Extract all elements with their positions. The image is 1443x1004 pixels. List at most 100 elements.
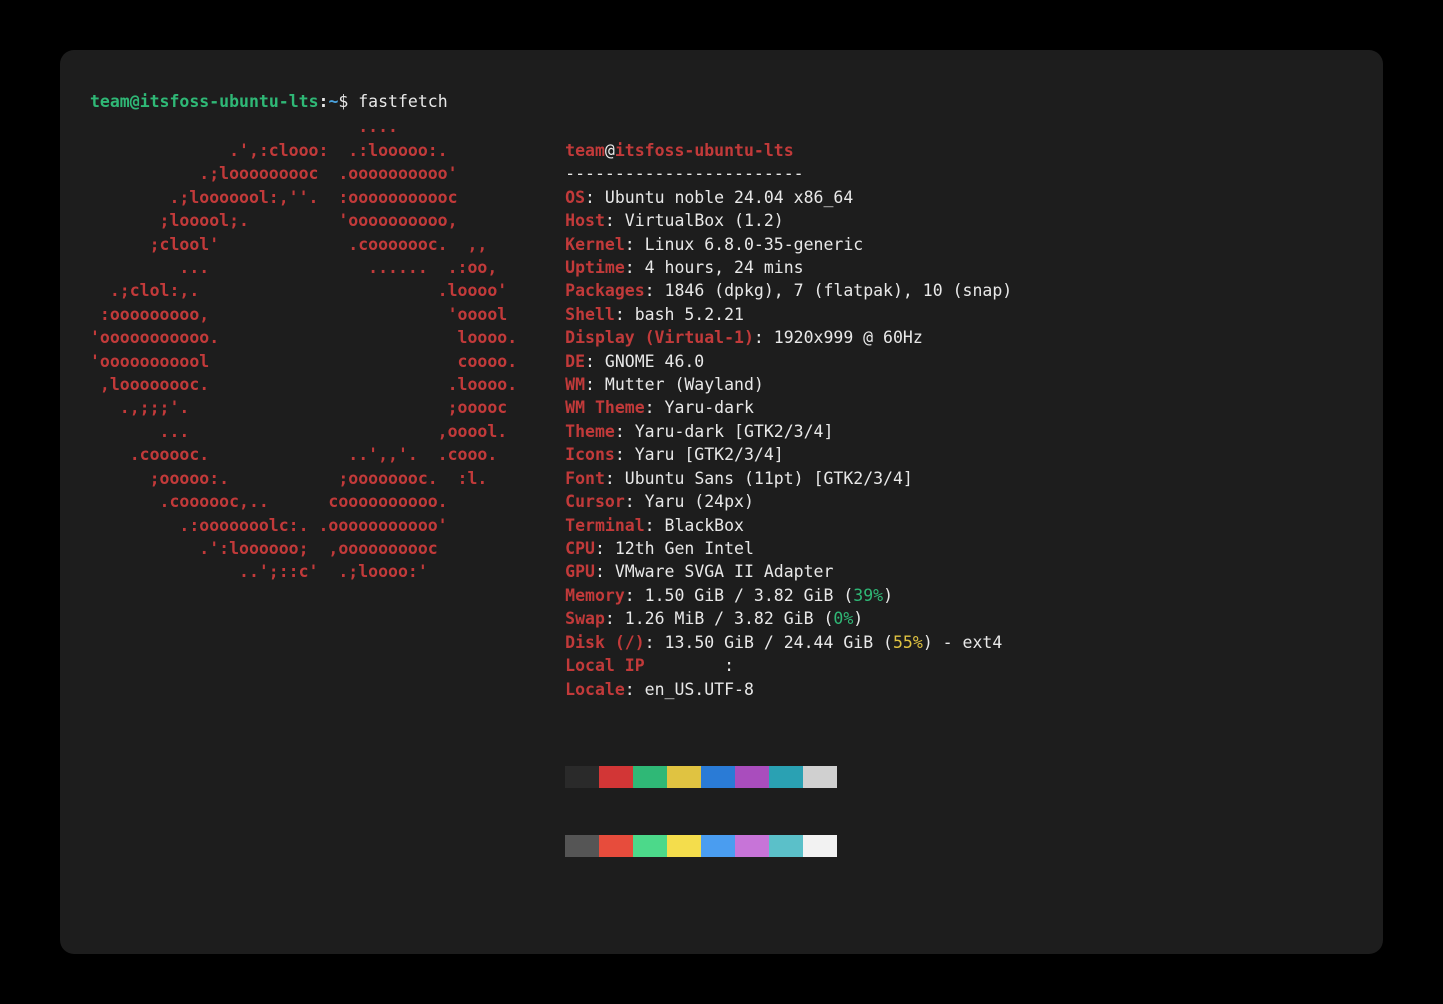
info-colon: : [754,328,774,347]
info-colon: : [615,305,635,324]
info-key: GPU [565,562,595,581]
info-colon: : [645,281,665,300]
info-value: VirtualBox (1.2) [625,211,784,230]
info-percent: 55% [893,633,923,652]
swatch-bright-white [803,835,837,857]
info-value: 1.50 GiB / 3.82 GiB ( [645,586,854,605]
info-value: Linux 6.8.0-35-generic [645,235,864,254]
info-tail: ) [853,609,863,628]
swatch-blue [701,766,735,788]
info-colon: : [625,586,645,605]
info-key: Host [565,211,605,230]
swatch-red [599,766,633,788]
info-line: Packages: 1846 (dpkg), 7 (flatpak), 10 (… [565,279,1012,302]
info-tail: ) - ext4 [923,633,1002,652]
info-key: Kernel [565,235,625,254]
info-key: Local IP [565,656,724,675]
info-value: 4 hours, 24 mins [645,258,804,277]
info-colon: : [585,188,605,207]
color-swatch-row-2 [565,835,1012,857]
swatch-green [633,766,667,788]
info-value: Ubuntu Sans (11pt) [GTK2/3/4] [625,469,913,488]
info-line: Swap: 1.26 MiB / 3.82 GiB (0%) [565,607,1012,630]
info-colon: : [595,562,615,581]
info-value: 13.50 GiB / 24.44 GiB ( [665,633,893,652]
terminal-window[interactable]: team@itsfoss-ubuntu-lts:~$ fastfetch ...… [60,50,1383,954]
info-line: DE: GNOME 46.0 [565,350,1012,373]
info-colon: : [625,258,645,277]
info-key: Swap [565,609,605,628]
info-key: Disk (/) [565,633,644,652]
info-colon: : [605,469,625,488]
info-value: Ubuntu noble 24.04 x86_64 [605,188,853,207]
info-key: Locale [565,680,625,699]
info-line: WM Theme: Yaru-dark [565,396,1012,419]
info-key: OS [565,188,585,207]
swatch-cyan [769,766,803,788]
swatch-bright-yellow [667,835,701,857]
info-title-at: @ [605,141,615,160]
info-percent: 39% [853,586,883,605]
swatch-bright-blue [701,835,735,857]
info-line: Locale: en_US.UTF-8 [565,678,1012,701]
info-value: 1920x999 @ 60Hz [774,328,923,347]
info-value: 1846 (dpkg), 7 (flatpak), 10 (snap) [665,281,1013,300]
info-colon: : [595,539,615,558]
info-colon: : [645,398,665,417]
info-key: WM Theme [565,398,644,417]
info-value: Mutter (Wayland) [605,375,764,394]
info-line: CPU: 12th Gen Intel [565,537,1012,560]
ascii-logo: .... .',:clooo: .:looooo:. .;looooooooc … [90,115,517,903]
info-lines: OS: Ubuntu noble 24.04 x86_64Host: Virtu… [565,186,1012,701]
info-colon: : [625,492,645,511]
info-value: BlackBox [665,516,744,535]
info-key: Cursor [565,492,625,511]
info-title-host: itsfoss-ubuntu-lts [615,141,794,160]
swatch-white [803,766,837,788]
info-line: OS: Ubuntu noble 24.04 x86_64 [565,186,1012,209]
info-value: 1.26 MiB / 3.82 GiB ( [625,609,834,628]
info-value: bash 5.2.21 [635,305,744,324]
info-key: CPU [565,539,595,558]
info-value: 12th Gen Intel [615,539,754,558]
info-tail: ) [883,586,893,605]
swatch-bright-green [633,835,667,857]
color-swatch-row-1 [565,766,1012,788]
prompt-sigil: $ [338,92,358,111]
prompt-at: @ [130,92,140,111]
swatch-bright-cyan [769,835,803,857]
info-colon: : [625,235,645,254]
info-line: Theme: Yaru-dark [GTK2/3/4] [565,420,1012,443]
prompt-host: itsfoss-ubuntu-lts [140,92,319,111]
info-colon: : [645,516,665,535]
info-percent: 0% [833,609,853,628]
info-line: Kernel: Linux 6.8.0-35-generic [565,233,1012,256]
info-line: Memory: 1.50 GiB / 3.82 GiB (39%) [565,584,1012,607]
info-colon: : [585,352,605,371]
swatch-magenta [735,766,769,788]
swatch-black [565,766,599,788]
info-line: Cursor: Yaru (24px) [565,490,1012,513]
swatch-yellow [667,766,701,788]
info-key: WM [565,375,585,394]
swatch-bright-magenta [735,835,769,857]
info-value: GNOME 46.0 [605,352,704,371]
info-line: Display (Virtual-1): 1920x999 @ 60Hz [565,326,1012,349]
info-colon: : [645,633,665,652]
prompt-user: team [90,92,130,111]
swatch-bright-red [599,835,633,857]
info-value: Yaru-dark [GTK2/3/4] [635,422,834,441]
info-line: WM: Mutter (Wayland) [565,373,1012,396]
info-line: Host: VirtualBox (1.2) [565,209,1012,232]
info-line: Uptime: 4 hours, 24 mins [565,256,1012,279]
info-line: Icons: Yaru [GTK2/3/4] [565,443,1012,466]
shell-prompt-line: team@itsfoss-ubuntu-lts:~$ fastfetch [90,90,1353,113]
info-value: Yaru [GTK2/3/4] [635,445,784,464]
system-info: team@itsfoss-ubuntu-lts ----------------… [565,115,1012,903]
info-key: DE [565,352,585,371]
info-separator: ------------------------ [565,164,803,183]
info-colon: : [724,656,744,675]
info-key: Theme [565,422,615,441]
info-colon: : [625,680,645,699]
info-colon: : [585,375,605,394]
